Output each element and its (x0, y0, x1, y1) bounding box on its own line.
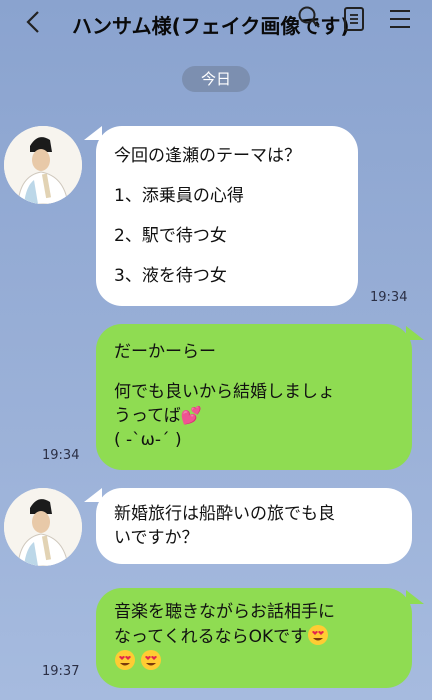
message-line: 何でも良いから結婚しましょ (114, 382, 335, 402)
contact-avatar[interactable] (4, 488, 82, 566)
menu-icon[interactable] (388, 8, 412, 30)
message-line-with-emoji: うってば💕 (114, 404, 394, 428)
contact-avatar[interactable] (4, 126, 82, 204)
message-bubble-sent[interactable]: だーかーらー 何でも良いから結婚しましょ うってば💕 ( -`ω-´ ) (96, 324, 412, 470)
back-icon[interactable] (20, 8, 48, 36)
search-icon[interactable] (296, 4, 322, 30)
heart-emoji-icon: 💕 (180, 406, 202, 426)
avatar-portrait-icon (4, 126, 82, 204)
message-timestamp: 19:34 (370, 290, 408, 305)
message-bubble-received[interactable]: 今回の逢瀬のテーマは？ 1、添乗員の心得 2、駅で待つ女 3、液を待つ女 (96, 126, 358, 306)
message-line: 音楽を聴きながらお話相手に (114, 602, 335, 622)
message-line: 新婚旅行は船酔いの旅でも良 (114, 504, 335, 524)
heart-eyes-emoji-icon (141, 650, 161, 670)
message-line: 今回の逢瀬のテーマは？ (114, 146, 301, 166)
message-timestamp: 19:37 (42, 664, 80, 679)
emoji-line (114, 649, 394, 674)
note-icon[interactable] (342, 6, 366, 32)
heart-eyes-emoji-icon (308, 625, 329, 645)
message-bubble-received[interactable]: 新婚旅行は船酔いの旅でも良 いですか？ (96, 488, 412, 564)
avatar-portrait-icon (4, 488, 82, 566)
bubble-tail (406, 326, 424, 340)
message-bubble-sent[interactable]: 音楽を聴きながらお話相手に なってくれるならOKです (96, 588, 412, 688)
date-separator: 今日 (182, 66, 250, 92)
message-timestamp: 19:34 (42, 448, 80, 463)
message-line: なってくれるならOKです (114, 627, 308, 647)
message-line: ( -`ω-´ ) (114, 430, 182, 450)
chat-header: ハンサム様(フェイク画像です) (0, 0, 432, 52)
message-line: 2、駅で待つ女 (114, 226, 227, 246)
message-line: だーかーらー (114, 342, 216, 362)
message-line: いですか？ (114, 528, 199, 548)
message-line-with-emoji: なってくれるならOKです (114, 624, 394, 649)
message-line: うってば (114, 406, 181, 426)
heart-eyes-emoji-icon (115, 650, 135, 670)
message-line: 3、液を待つ女 (114, 266, 227, 286)
message-line: 1、添乗員の心得 (114, 186, 244, 206)
bubble-tail (406, 590, 424, 604)
